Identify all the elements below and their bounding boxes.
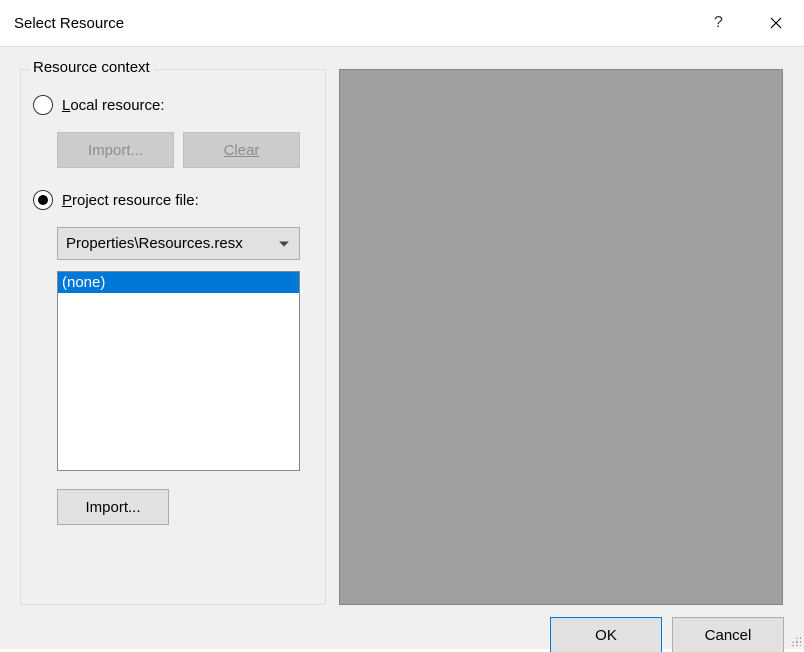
- radio-icon: [33, 95, 53, 115]
- dialog-footer: OK Cancel: [550, 617, 784, 652]
- window-title: Select Resource: [14, 15, 690, 32]
- chevron-down-icon: [279, 241, 289, 246]
- import-project-button[interactable]: Import...: [57, 489, 169, 525]
- resource-context-group: Resource context Local resource: Import.…: [20, 69, 326, 605]
- help-button[interactable]: ?: [690, 0, 747, 47]
- radio-local-label: Local resource:: [62, 97, 165, 114]
- preview-panel: [339, 69, 783, 605]
- clear-button: Clear: [183, 132, 300, 168]
- cancel-button[interactable]: Cancel: [672, 617, 784, 652]
- radio-local-resource[interactable]: Local resource:: [33, 95, 165, 115]
- resource-file-dropdown[interactable]: Properties\Resources.resx: [57, 227, 300, 260]
- group-legend: Resource context: [29, 59, 154, 76]
- radio-project-label: Project resource file:: [62, 192, 199, 209]
- dialog-body: Resource context Local resource: Import.…: [0, 47, 804, 649]
- resize-grip[interactable]: [788, 633, 802, 647]
- grip-icon: [789, 634, 801, 646]
- import-local-button: Import...: [57, 132, 174, 168]
- radio-icon: [33, 190, 53, 210]
- radio-project-resource[interactable]: Project resource file:: [33, 190, 199, 210]
- resource-listbox[interactable]: (none): [57, 271, 300, 471]
- ok-button[interactable]: OK: [550, 617, 662, 652]
- close-icon: [770, 17, 782, 29]
- list-item[interactable]: (none): [58, 272, 299, 293]
- local-button-row: Import... Clear: [57, 132, 300, 168]
- dropdown-value: Properties\Resources.resx: [66, 235, 243, 252]
- close-button[interactable]: [747, 0, 804, 47]
- title-bar: Select Resource ?: [0, 0, 804, 47]
